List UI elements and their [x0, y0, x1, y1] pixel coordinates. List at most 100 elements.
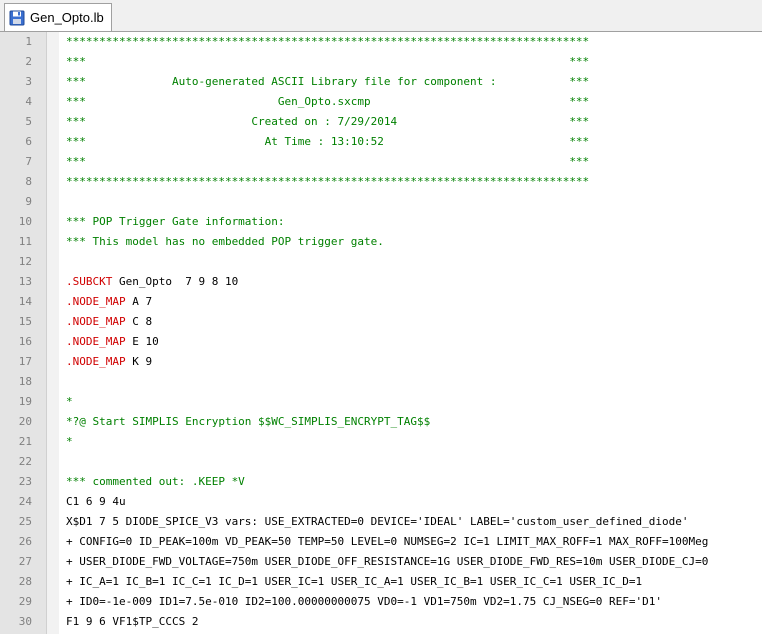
line-number: 7 — [25, 155, 32, 168]
code-line[interactable]: 12 — [0, 252, 762, 272]
line-number: 16 — [18, 335, 32, 348]
code-line[interactable]: 1 ***************************************… — [0, 32, 762, 52]
tab-label: Gen_Opto.lb — [30, 10, 104, 25]
code-line[interactable]: 4 *** Gen_Opto.sxcmp *** — [0, 92, 762, 112]
line-number: 30 — [18, 615, 32, 628]
line-number: 24 — [18, 495, 32, 508]
code-line[interactable]: 9 — [0, 192, 762, 212]
save-document-icon — [9, 10, 25, 25]
line-number: 21 — [18, 435, 32, 448]
line-number: 13 — [18, 275, 32, 288]
line-text: + ID0=-1e-009 ID1=7.5e-010 ID2=100.00000… — [66, 595, 663, 608]
line-text: F1 9 6 VF1$TP_CCCS 2 — [66, 615, 199, 628]
directive-args: A 7 — [125, 295, 153, 308]
code-line[interactable]: 6 *** At Time : 13:10:52 *** — [0, 132, 762, 152]
line-number: 12 — [18, 255, 32, 268]
directive-args: E 10 — [125, 335, 159, 348]
code-line[interactable]: 7 *** *** — [0, 152, 762, 172]
line-text: .SUBCKT Gen_Opto 7 9 8 10 — [66, 272, 762, 292]
line-number: 14 — [18, 295, 32, 308]
line-text: * — [66, 395, 73, 408]
line-number: 19 — [18, 395, 32, 408]
line-number: 22 — [18, 455, 32, 468]
directive-keyword: .NODE_MAP — [66, 315, 126, 328]
line-number: 23 — [18, 475, 32, 488]
code-line[interactable]: 22 — [0, 452, 762, 472]
line-text: *** POP Trigger Gate information: — [66, 215, 285, 228]
code-line[interactable]: 28 + IC_A=1 IC_B=1 IC_C=1 IC_D=1 USER_IC=… — [0, 572, 762, 592]
line-number: 20 — [18, 415, 32, 428]
code-line[interactable]: 3 *** Auto-generated ASCII Library file f… — [0, 72, 762, 92]
code-line[interactable]: 27 + USER_DIODE_FWD_VOLTAGE=750m USER_DIO… — [0, 552, 762, 572]
directive-keyword: .SUBCKT — [66, 275, 113, 288]
code-line[interactable]: 5 *** Created on : 7/29/2014 *** — [0, 112, 762, 132]
code-line[interactable]: 17 .NODE_MAP K 9 — [0, 352, 762, 372]
line-number: 15 — [18, 315, 32, 328]
line-number: 10 — [18, 215, 32, 228]
code-editor[interactable]: 1 ***************************************… — [0, 32, 762, 634]
directive-args: K 9 — [125, 355, 153, 368]
code-line[interactable]: 30 F1 9 6 VF1$TP_CCCS 2 — [0, 612, 762, 632]
line-number: 6 — [25, 135, 32, 148]
code-line[interactable]: 21 * — [0, 432, 762, 452]
code-line[interactable]: 11 *** This model has no embedded POP tri… — [0, 232, 762, 252]
line-text: .NODE_MAP K 9 — [66, 352, 762, 372]
line-text: X$D1 7 5 DIODE_SPICE_V3 vars: USE_EXTRAC… — [66, 515, 689, 528]
code-lines: 1 ***************************************… — [0, 32, 762, 632]
tab-gen-opto[interactable]: Gen_Opto.lb — [4, 3, 112, 31]
code-line[interactable]: 24 C1 6 9 4u — [0, 492, 762, 512]
code-line[interactable]: 14 .NODE_MAP A 7 — [0, 292, 762, 312]
line-number: 3 — [25, 75, 32, 88]
code-line[interactable]: 26 + CONFIG=0 ID_PEAK=100m VD_PEAK=50 TEM… — [0, 532, 762, 552]
line-text: *** At Time : 13:10:52 *** — [66, 135, 590, 148]
line-number: 5 — [25, 115, 32, 128]
directive-keyword: .NODE_MAP — [66, 295, 126, 308]
code-line[interactable]: 18 — [0, 372, 762, 392]
code-line[interactable]: 13 .SUBCKT Gen_Opto 7 9 8 10 — [0, 272, 762, 292]
line-number: 4 — [25, 95, 32, 108]
line-text: *** commented out: .KEEP *V — [66, 475, 245, 488]
code-line[interactable]: 19 * — [0, 392, 762, 412]
line-number: 9 — [25, 195, 32, 208]
line-text: + USER_DIODE_FWD_VOLTAGE=750m USER_DIODE… — [66, 555, 709, 568]
line-text: .NODE_MAP C 8 — [66, 312, 762, 332]
code-line[interactable]: 10 *** POP Trigger Gate information: — [0, 212, 762, 232]
line-text: + IC_A=1 IC_B=1 IC_C=1 IC_D=1 USER_IC=1 … — [66, 575, 643, 588]
line-text: *** Auto-generated ASCII Library file fo… — [66, 75, 590, 88]
line-number: 17 — [18, 355, 32, 368]
line-text: + CONFIG=0 ID_PEAK=100m VD_PEAK=50 TEMP=… — [66, 535, 709, 548]
line-text: C1 6 9 4u — [66, 495, 126, 508]
line-number: 28 — [18, 575, 32, 588]
line-text: ****************************************… — [66, 35, 590, 48]
line-text: *** Created on : 7/29/2014 *** — [66, 115, 590, 128]
line-number: 26 — [18, 535, 32, 548]
line-text: .NODE_MAP E 10 — [66, 332, 762, 352]
directive-args: Gen_Opto 7 9 8 10 — [112, 275, 239, 288]
line-text: *** *** — [66, 55, 590, 68]
line-number: 29 — [18, 595, 32, 608]
line-text: * — [66, 435, 73, 448]
code-line[interactable]: 8 ***************************************… — [0, 172, 762, 192]
code-line[interactable]: 23 *** commented out: .KEEP *V — [0, 472, 762, 492]
directive-args: C 8 — [125, 315, 153, 328]
code-line[interactable]: 25 X$D1 7 5 DIODE_SPICE_V3 vars: USE_EXTR… — [0, 512, 762, 532]
line-text: *** This model has no embedded POP trigg… — [66, 235, 384, 248]
line-number: 27 — [18, 555, 32, 568]
line-number: 2 — [25, 55, 32, 68]
code-line[interactable]: 29 + ID0=-1e-009 ID1=7.5e-010 ID2=100.000… — [0, 592, 762, 612]
line-number: 8 — [25, 175, 32, 188]
line-number: 1 — [25, 35, 32, 48]
line-number: 18 — [18, 375, 32, 388]
line-text: *?@ Start SIMPLIS Encryption $$WC_SIMPLI… — [66, 415, 431, 428]
line-number: 11 — [18, 235, 32, 248]
line-text: *** Gen_Opto.sxcmp *** — [66, 95, 590, 108]
code-line[interactable]: 16 .NODE_MAP E 10 — [0, 332, 762, 352]
directive-keyword: .NODE_MAP — [66, 335, 126, 348]
code-line[interactable]: 15 .NODE_MAP C 8 — [0, 312, 762, 332]
directive-keyword: .NODE_MAP — [66, 355, 126, 368]
code-line[interactable]: 2 *** *** — [0, 52, 762, 72]
line-text: .NODE_MAP A 7 — [66, 292, 762, 312]
code-line[interactable]: 20 *?@ Start SIMPLIS Encryption $$WC_SIMP… — [0, 412, 762, 432]
line-number: 25 — [18, 515, 32, 528]
tab-bar: Gen_Opto.lb — [0, 0, 762, 32]
